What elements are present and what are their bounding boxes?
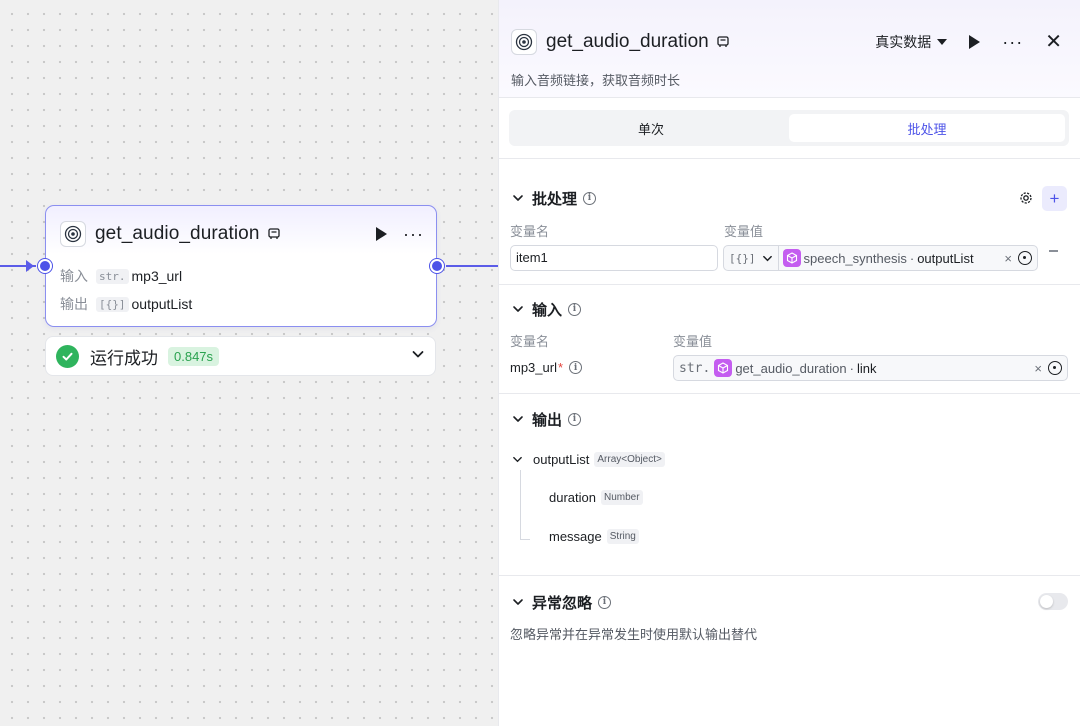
tab-single[interactable]: 单次 [513, 114, 789, 142]
variable-reference-chip: speech_synthesis · outputList [779, 246, 974, 270]
batch-section-header[interactable]: 批处理 i [512, 187, 597, 209]
type-string-tag: str. [96, 268, 129, 284]
mode-tabs: 单次 批处理 [509, 110, 1069, 146]
divider [498, 575, 1080, 576]
input-section-title: 输入 [532, 301, 563, 319]
batch-col-name-label: 变量名 [510, 224, 550, 239]
remove-item-icon[interactable] [1049, 250, 1058, 252]
tab-batch[interactable]: 批处理 [789, 114, 1065, 142]
clear-icon[interactable]: × [998, 251, 1018, 266]
node-title: get_audio_duration [95, 223, 260, 244]
output-child-name: duration [549, 490, 596, 505]
outgoing-edge [446, 265, 498, 267]
plugin-cube-icon [714, 359, 733, 377]
settings-gear-icon[interactable] [1019, 191, 1033, 210]
node-input-row: 输入 str. mp3_url [60, 268, 183, 284]
clear-icon[interactable]: × [1028, 361, 1048, 376]
plugin-logo-icon [511, 29, 537, 55]
output-section-header[interactable]: 输出 i [512, 408, 582, 430]
chevron-down-icon [513, 599, 523, 605]
output-port-handle[interactable] [430, 259, 444, 273]
info-icon[interactable]: i [568, 412, 582, 426]
more-options-icon[interactable]: ··· [1002, 33, 1023, 51]
target-icon[interactable] [1018, 251, 1032, 265]
type-select[interactable]: [{}] [724, 246, 779, 270]
input-section-header[interactable]: 输入 i [512, 298, 582, 320]
input-param-value-field[interactable]: str. get_audio_duration · link × [673, 355, 1068, 381]
edge-arrow-icon [26, 260, 34, 272]
node-header: get_audio_duration ··· [60, 220, 424, 248]
info-icon[interactable]: i [568, 302, 582, 316]
store-icon [716, 35, 730, 49]
batch-section-title: 批处理 [532, 190, 578, 208]
more-options-icon[interactable]: ··· [403, 225, 424, 243]
output-section-title: 输出 [532, 411, 563, 429]
panel-header: get_audio_duration 真实数据 ··· ✕ 输入音频链接，获取音… [499, 0, 1080, 98]
exception-description: 忽略异常并在异常发生时使用默认输出替代 [510, 627, 758, 642]
run-status-text: 运行成功 [90, 348, 158, 368]
panel-description: 输入音频链接，获取音频时长 [511, 73, 681, 88]
workflow-node-card[interactable]: get_audio_duration ··· 输入 str. mp3_url 输… [45, 205, 437, 327]
chevron-down-icon [513, 306, 523, 312]
node-output-value: outputList [131, 296, 193, 312]
info-icon[interactable]: i [583, 191, 597, 205]
plugin-cube-icon [782, 249, 801, 267]
target-icon[interactable] [1048, 361, 1062, 375]
close-icon[interactable]: ✕ [1045, 32, 1062, 52]
output-child-type: Number [600, 490, 643, 505]
exception-ignore-toggle[interactable] [1038, 593, 1068, 610]
output-child-name: message [549, 529, 602, 544]
node-output-row: 输出 [{}] outputList [60, 296, 193, 312]
output-tree-child: message String [549, 529, 639, 544]
toggle-knob [1040, 595, 1053, 608]
plugin-logo-icon [60, 221, 86, 247]
divider [498, 284, 1080, 285]
add-batch-item-button[interactable]: + [1042, 186, 1067, 211]
batch-var-value-field[interactable]: [{}] speech_synthesis · outputList × [723, 245, 1038, 271]
type-label: str. [679, 360, 711, 376]
chevron-down-icon [513, 195, 523, 201]
variable-reference-chip: get_audio_duration · link [710, 356, 877, 380]
run-status-bar[interactable]: 运行成功 0.847s [45, 336, 436, 376]
info-icon[interactable]: i [569, 361, 583, 374]
batch-var-name-input[interactable]: item1 [510, 245, 718, 271]
chevron-down-icon [513, 456, 522, 463]
run-time-badge: 0.847s [168, 346, 220, 366]
output-root-name: outputList [533, 452, 590, 467]
run-test-icon[interactable] [969, 35, 981, 49]
node-input-value: mp3_url [131, 268, 183, 284]
divider [498, 158, 1080, 159]
exception-section-header[interactable]: 异常忽略 i [512, 591, 612, 613]
chevron-down-icon [762, 255, 772, 261]
info-icon[interactable]: i [598, 595, 612, 609]
output-root-type: Array<Object> [594, 452, 665, 467]
divider [498, 393, 1080, 394]
data-mode-select[interactable]: 真实数据 [875, 32, 948, 52]
input-col-value-label: 变量值 [673, 334, 713, 349]
output-child-type: String [606, 529, 639, 544]
panel-title: get_audio_duration [546, 31, 709, 52]
tree-connector [520, 539, 530, 540]
chevron-down-icon [513, 416, 523, 422]
type-array-tag: [{}] [96, 296, 129, 312]
store-icon [267, 227, 281, 241]
run-node-icon[interactable] [376, 227, 388, 241]
output-tree-child: duration Number [549, 490, 643, 505]
chevron-down-icon[interactable] [411, 347, 425, 366]
exception-section-title: 异常忽略 [532, 594, 593, 612]
input-param-name: mp3_url * i [510, 360, 583, 375]
tree-connector [520, 470, 521, 540]
input-col-name-label: 变量名 [510, 334, 550, 349]
output-tree-root[interactable]: outputList Array<Object> [512, 452, 665, 467]
input-port-handle[interactable] [38, 259, 52, 273]
caret-down-icon [937, 39, 948, 45]
success-check-icon [56, 344, 79, 368]
batch-col-value-label: 变量值 [724, 224, 764, 239]
